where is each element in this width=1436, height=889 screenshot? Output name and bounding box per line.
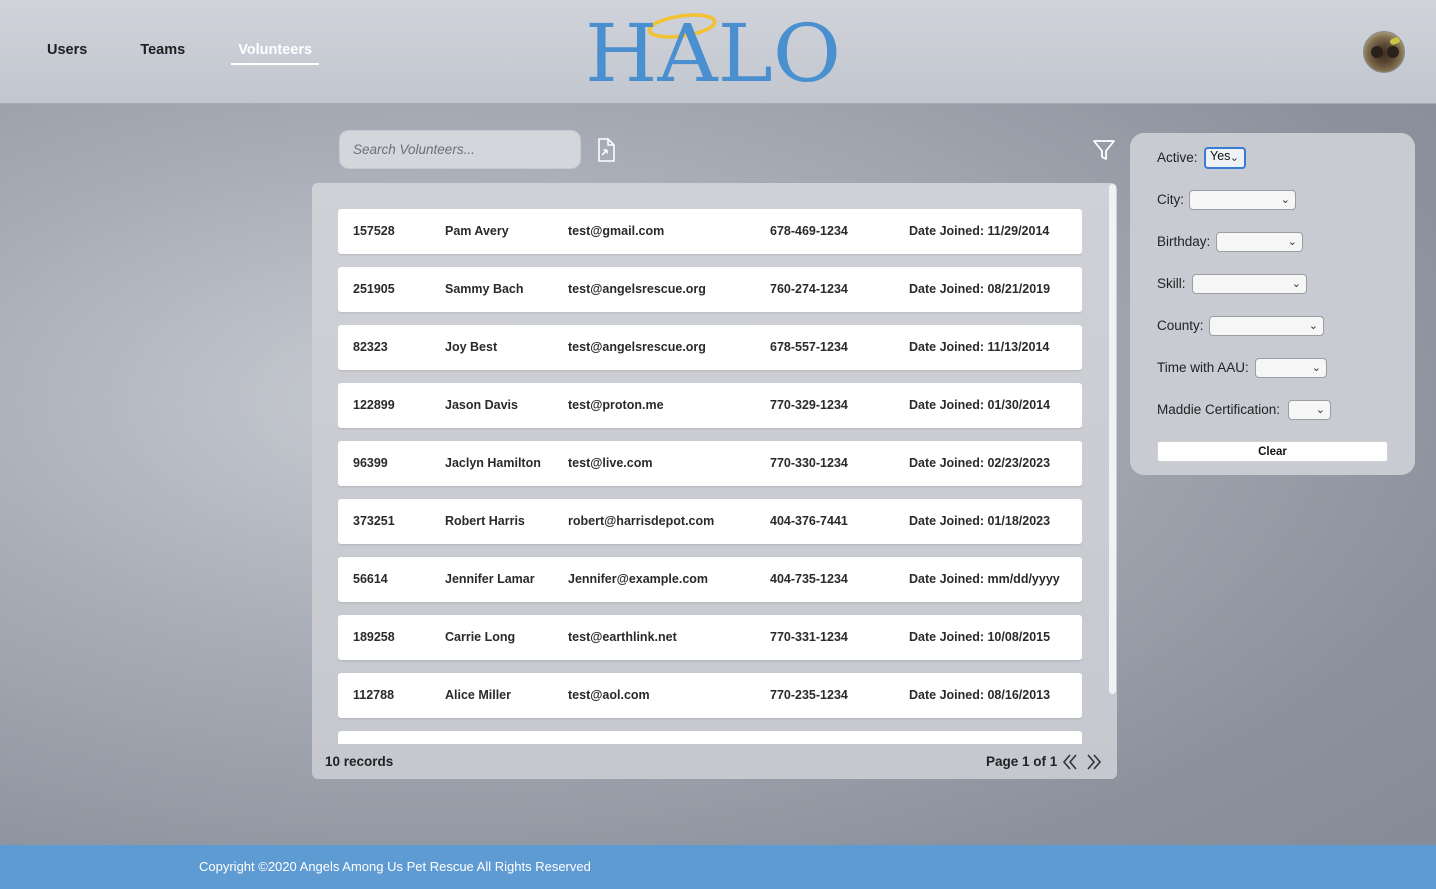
cell-date-joined: Date Joined: mm/dd/yyyy	[909, 572, 1060, 586]
cell-name: Alice Miller	[445, 688, 511, 702]
page-indicator: Page 1 of 1	[986, 754, 1058, 769]
cell-date-joined: Date Joined: 11/13/2014	[909, 340, 1050, 354]
cell-id: 96399	[353, 456, 388, 470]
cell-id: 373251	[353, 514, 395, 528]
table-row[interactable]: 122899 Jason Davis test@proton.me 770-32…	[338, 383, 1082, 428]
cell-phone: 760-274-1234	[770, 282, 848, 296]
cell-email: test@live.com	[568, 456, 653, 470]
cell-name: Jaclyn Hamilton	[445, 456, 541, 470]
filter-city-select[interactable]: ⌄	[1189, 190, 1296, 210]
filter-time-with-aau-label: Time with AAU:	[1157, 360, 1249, 375]
cell-phone: 404-735-1234	[770, 572, 848, 586]
nav-volunteers[interactable]: Volunteers	[231, 38, 320, 65]
volunteers-table-panel: 157528 Pam Avery test@gmail.com 678-469-…	[312, 183, 1117, 779]
chevron-down-icon: ⌄	[1311, 362, 1321, 374]
chevron-down-icon: ⌄	[1287, 236, 1297, 248]
cell-date-joined: Date Joined: 01/30/2014	[909, 398, 1051, 412]
cell-phone: 770-329-1234	[770, 398, 848, 412]
table-row[interactable]: 82323 Joy Best test@angelsrescue.org 678…	[338, 325, 1082, 370]
chevron-double-right-icon[interactable]	[1086, 752, 1102, 772]
table-row[interactable]: 373251 Robert Harris robert@harrisdepot.…	[338, 499, 1082, 544]
cell-date-joined: Date Joined: 01/18/2023	[909, 514, 1051, 528]
table-scrollbar[interactable]	[1109, 184, 1116, 694]
filter-skill-select[interactable]: ⌄	[1192, 274, 1307, 294]
filter-birthday-label: Birthday:	[1157, 234, 1211, 249]
cell-id: 189258	[353, 630, 395, 644]
cell-date-joined: Date Joined: 02/23/2023	[909, 456, 1051, 470]
cell-email: Jennifer@example.com	[568, 572, 709, 586]
cell-email: test@aol.com	[568, 688, 650, 702]
filter-time-with-aau-select[interactable]: ⌄	[1255, 358, 1327, 378]
cell-phone: 678-469-1234	[770, 224, 848, 238]
chevron-down-icon: ⌄	[1229, 152, 1239, 164]
chevron-double-left-icon[interactable]	[1062, 752, 1078, 772]
filter-county-select[interactable]: ⌄	[1209, 316, 1324, 336]
cell-date-joined: Date Joined: 11/29/2014	[909, 224, 1050, 238]
filter-maddie-certification-select[interactable]: ⌄	[1288, 400, 1331, 420]
cell-name: Carrie Long	[445, 630, 516, 644]
cell-email: robert@harrisdepot.com	[568, 514, 715, 528]
cell-name: Jennifer Lamar	[445, 572, 535, 586]
filter-maddie-certification-label: Maddie Certification:	[1157, 402, 1281, 417]
cell-id: 56614	[353, 572, 388, 586]
copyright-text: Copyright ©2020 Angels Among Us Pet Resc…	[199, 859, 591, 874]
export-icon[interactable]	[596, 138, 616, 162]
filter-active-select[interactable]: Yes ⌄	[1204, 147, 1246, 169]
nav-users[interactable]: Users	[40, 38, 94, 65]
filter-birthday-select[interactable]: ⌄	[1216, 232, 1303, 252]
halo-logo: HALO	[585, 7, 841, 92]
cell-id: 82323	[353, 340, 388, 354]
main-nav: Users Teams Volunteers	[40, 38, 358, 65]
chevron-down-icon: ⌄	[1291, 278, 1301, 290]
nav-teams[interactable]: Teams	[133, 38, 192, 65]
clear-filters-button[interactable]: Clear	[1157, 441, 1388, 462]
records-count: 10 records	[325, 754, 394, 769]
table-row[interactable]: 157528 Pam Avery test@gmail.com 678-469-…	[338, 209, 1082, 254]
volunteers-list[interactable]: 157528 Pam Avery test@gmail.com 678-469-…	[338, 209, 1082, 744]
filter-active-label: Active:	[1157, 150, 1198, 165]
cell-id: 157528	[353, 224, 395, 238]
cell-phone: 404-376-7441	[770, 514, 848, 528]
filter-city-label: City:	[1157, 192, 1184, 207]
cell-id: 112788	[353, 688, 395, 702]
user-avatar[interactable]	[1363, 31, 1405, 73]
cell-date-joined: Date Joined: 08/16/2013	[909, 688, 1051, 702]
cell-name: Sammy Bach	[445, 282, 524, 296]
app-footer: Copyright ©2020 Angels Among Us Pet Resc…	[0, 845, 1436, 889]
cell-phone: 770-235-1234	[770, 688, 848, 702]
chevron-down-icon: ⌄	[1315, 404, 1325, 416]
cell-name: Joy Best	[445, 340, 498, 354]
app-header: Users Teams Volunteers HALO	[0, 0, 1436, 104]
cell-phone: 770-330-1234	[770, 456, 848, 470]
filter-panel: Active: Yes ⌄ City: ⌄ Birthday: ⌄ Skill:…	[1130, 133, 1415, 475]
cell-email: test@earthlink.net	[568, 630, 677, 644]
cell-date-joined: Date Joined: 10/08/2015	[909, 630, 1051, 644]
cell-date-joined: Date Joined: 08/21/2019	[909, 282, 1051, 296]
cell-email: test@gmail.com	[568, 224, 665, 238]
table-row[interactable]: 56614 Jennifer Lamar Jennifer@example.co…	[338, 557, 1082, 602]
cell-email: test@angelsrescue.org	[568, 282, 706, 296]
cell-name: Pam Avery	[445, 224, 509, 238]
filter-skill-label: Skill:	[1157, 276, 1186, 291]
chevron-down-icon: ⌄	[1308, 320, 1318, 332]
cell-phone: 770-331-1234	[770, 630, 848, 644]
cell-email: test@angelsrescue.org	[568, 340, 706, 354]
table-row[interactable]	[338, 731, 1082, 744]
cell-name: Robert Harris	[445, 514, 525, 528]
cell-email: test@proton.me	[568, 398, 664, 412]
table-row[interactable]: 112788 Alice Miller test@aol.com 770-235…	[338, 673, 1082, 718]
filter-county-label: County:	[1157, 318, 1204, 333]
cell-id: 122899	[353, 398, 395, 412]
table-row[interactable]: 96399 Jaclyn Hamilton test@live.com 770-…	[338, 441, 1082, 486]
search-volunteers-input[interactable]	[339, 130, 581, 169]
cell-phone: 678-557-1234	[770, 340, 848, 354]
filter-icon[interactable]	[1092, 138, 1116, 162]
cell-id: 251905	[353, 282, 395, 296]
cell-name: Jason Davis	[445, 398, 518, 412]
chevron-down-icon: ⌄	[1280, 194, 1290, 206]
table-row[interactable]: 189258 Carrie Long test@earthlink.net 77…	[338, 615, 1082, 660]
filter-active-value: Yes	[1210, 149, 1231, 163]
table-row[interactable]: 251905 Sammy Bach test@angelsrescue.org …	[338, 267, 1082, 312]
logo-text: HALO	[585, 7, 841, 92]
